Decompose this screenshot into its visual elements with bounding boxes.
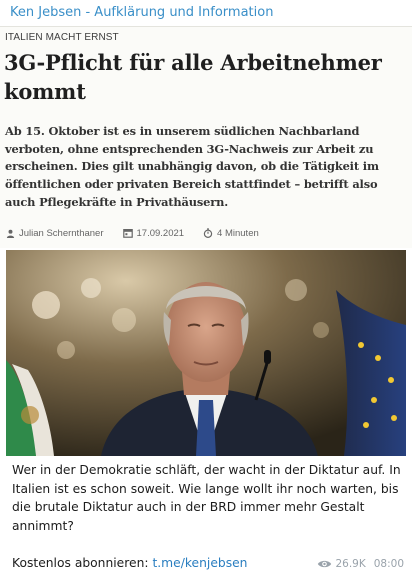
eye-icon (318, 560, 332, 568)
author-info: Julian Schernthaner (6, 228, 104, 239)
view-count: 26.9K (317, 558, 366, 570)
subscribe-prefix: Kostenlos abonnieren: (12, 555, 153, 570)
person-icon (6, 229, 15, 238)
message-body: Wer in der Demokratie schläft, der wacht… (12, 463, 401, 533)
article-headline: 3G-Pflicht für alle Arbeitnehmer kommt (4, 50, 382, 104)
article-photo[interactable] (6, 250, 406, 456)
article-read-time: 4 Minuten (217, 227, 259, 239)
stopwatch-icon (203, 228, 213, 238)
portrait-image (6, 250, 406, 456)
article-date: 17.09.2021 (136, 227, 185, 239)
calendar-icon (122, 229, 133, 238)
article-kicker: ITALIEN MACHT ERNST (5, 32, 119, 43)
article-lead: Ab 15. Oktober ist es in unserem südlich… (5, 124, 379, 209)
views-value: 26.9K (335, 558, 366, 570)
read-time-info: 4 Minuten (203, 228, 259, 239)
subscribe-link[interactable]: t.me/kenjebsen (152, 556, 247, 570)
article-meta: Julian Schernthaner 17.09.2021 4 Minuten (6, 226, 278, 240)
article-preview[interactable]: ITALIEN MACHT ERNST 3G-Pflicht für alle … (0, 26, 412, 248)
message-footer: 26.9K 08:00 (317, 556, 404, 572)
message-time: 08:00 (373, 558, 404, 570)
date-info: 17.09.2021 (122, 227, 185, 239)
channel-name[interactable]: Ken Jebsen - Aufklärung und Information (10, 4, 273, 22)
article-author: Julian Schernthaner (19, 227, 104, 239)
message-bubble: Ken Jebsen - Aufklärung und Information … (0, 0, 412, 574)
